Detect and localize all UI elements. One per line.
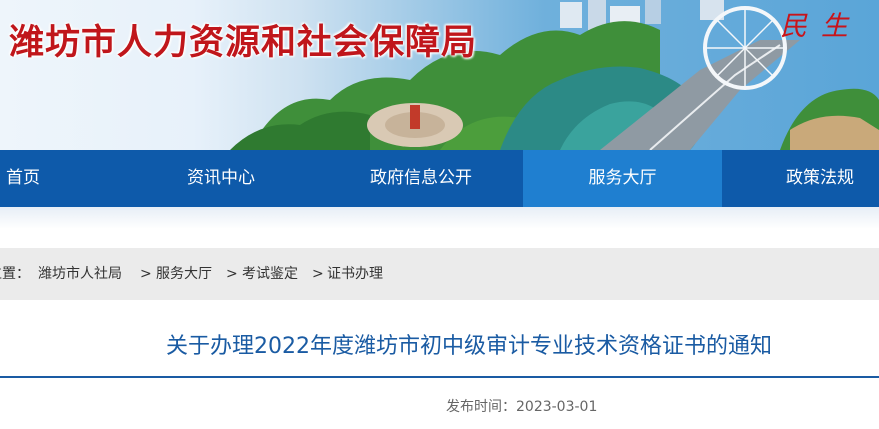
breadcrumb: 位置： 潍坊市人社局 > 服务大厅 > 考试鉴定 > 证书办理 (0, 248, 879, 300)
breadcrumb-separator: > (140, 266, 152, 282)
nav-item-policies[interactable]: 政策法规 (786, 150, 854, 207)
publish-label: 发布时间： (446, 399, 516, 415)
nav-item-news-center[interactable]: 资讯中心 (187, 150, 255, 207)
breadcrumb-separator: > (226, 266, 238, 282)
breadcrumb-separator: > (312, 266, 324, 282)
breadcrumb-item-service-hall[interactable]: 服务大厅 (156, 248, 212, 300)
nav-shadow-band (0, 207, 879, 229)
breadcrumb-item-home[interactable]: 潍坊市人社局 (38, 248, 122, 300)
breadcrumb-item-exam[interactable]: 考试鉴定 (242, 248, 298, 300)
site-slogan: 民生 (780, 11, 862, 42)
article-title: 关于办理2022年度潍坊市初中级审计专业技术资格证书的通知 (166, 334, 772, 359)
publish-info: 发布时间：2023-03-01 (446, 396, 597, 416)
header-banner: 潍坊市人力资源和社会保障局 民生 (0, 0, 879, 150)
breadcrumb-prefix: 位置： (0, 266, 30, 282)
site-title: 潍坊市人力资源和社会保障局 (9, 23, 478, 63)
nav-item-gov-info-disclosure[interactable]: 政府信息公开 (370, 150, 472, 207)
title-divider (0, 376, 879, 378)
nav-item-service-hall[interactable]: 服务大厅 (523, 150, 722, 207)
breadcrumb-item-certificate[interactable]: 证书办理 (327, 248, 383, 300)
publish-date: 2023-03-01 (516, 399, 598, 415)
nav-item-home[interactable]: 首页 (0, 150, 110, 207)
main-nav: 首页 资讯中心 政府信息公开 服务大厅 政策法规 (0, 150, 879, 207)
